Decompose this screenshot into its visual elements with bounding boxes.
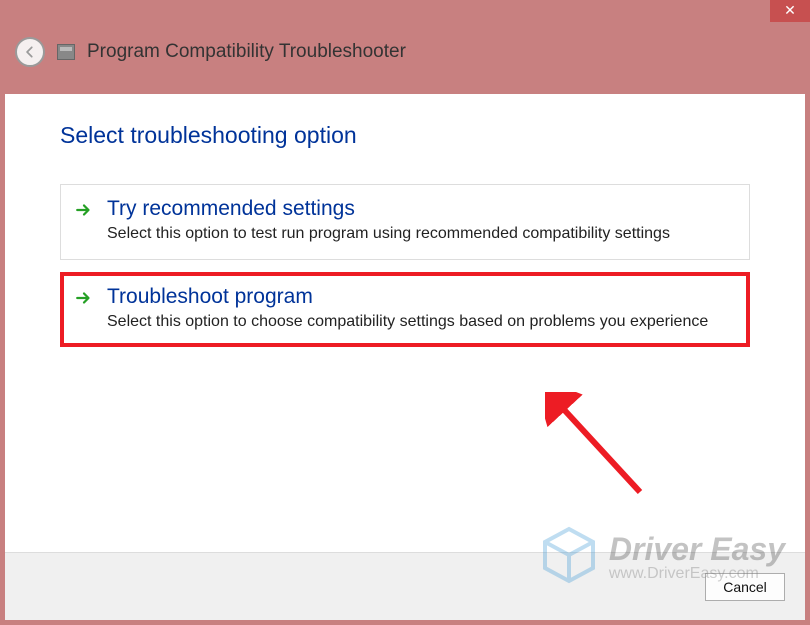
close-button[interactable]: ✕ (770, 0, 810, 22)
wizard-footer: Cancel (5, 552, 805, 620)
wizard-content: Select troubleshooting option Try recomm… (5, 94, 805, 552)
option-desc: Select this option to choose compatibili… (107, 311, 735, 333)
wizard-window: ✕ Program Compatibility Troubleshooter S… (5, 22, 805, 620)
option-title: Troubleshoot program (107, 285, 735, 309)
wizard-header: Program Compatibility Troubleshooter (5, 22, 805, 82)
option-body: Try recommended settings Select this opt… (107, 197, 735, 245)
option-desc: Select this option to test run program u… (107, 223, 735, 245)
back-arrow-icon (23, 45, 37, 59)
back-button[interactable] (15, 37, 45, 67)
option-title: Try recommended settings (107, 197, 735, 221)
arrow-right-icon (75, 197, 93, 224)
option-recommended[interactable]: Try recommended settings Select this opt… (60, 184, 750, 260)
option-troubleshoot[interactable]: Troubleshoot program Select this option … (60, 272, 750, 348)
option-body: Troubleshoot program Select this option … (107, 285, 735, 333)
page-heading: Select troubleshooting option (60, 122, 750, 149)
wizard-title: Program Compatibility Troubleshooter (87, 41, 406, 63)
arrow-right-icon (75, 285, 93, 312)
app-icon (57, 44, 75, 60)
close-icon: ✕ (784, 2, 796, 18)
cancel-button[interactable]: Cancel (705, 573, 785, 601)
